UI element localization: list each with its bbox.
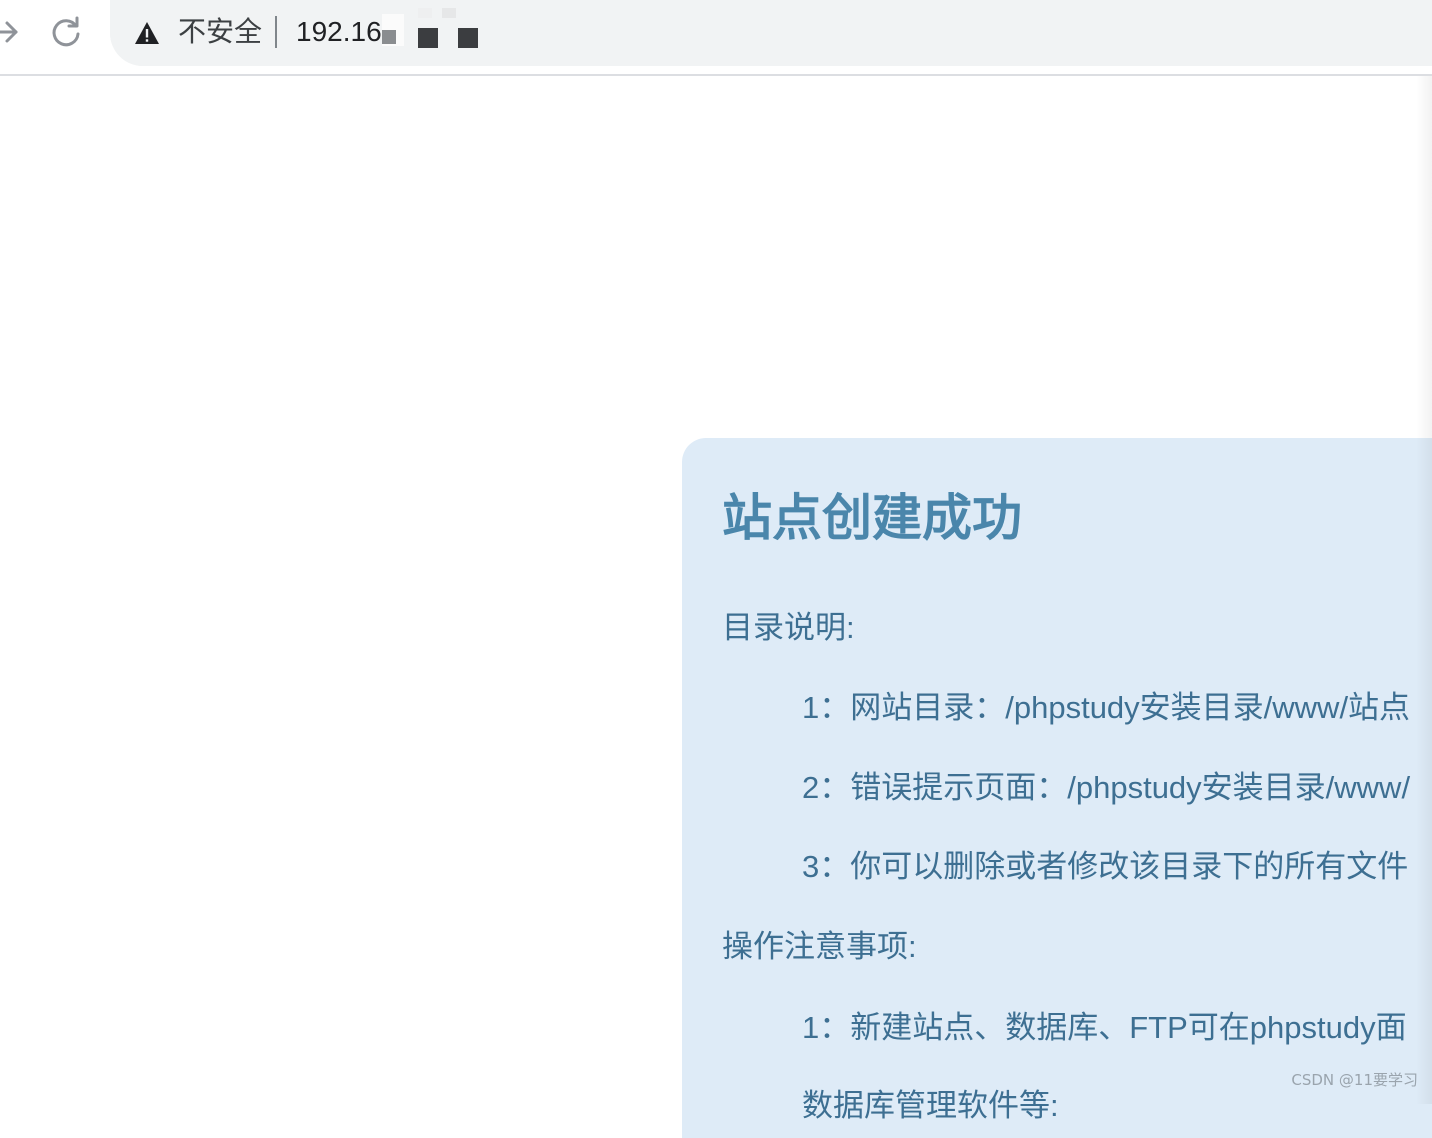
notes-heading: 操作注意事项: bbox=[722, 927, 917, 967]
security-status-label[interactable]: 不安全 bbox=[178, 14, 262, 50]
notes-item-db-tools: 数据库管理软件等: bbox=[802, 1086, 1059, 1126]
directory-item-error-page: 2：错误提示页面：/phpstudy安装目录/www/ bbox=[802, 768, 1410, 808]
directory-item-website-root: 1：网站目录：/phpstudy安装目录/www/站点 bbox=[802, 688, 1410, 728]
site-info-panel: 站点创建成功 目录说明: 1：网站目录：/phpstudy安装目录/www/站点… bbox=[682, 438, 1432, 1138]
redacted-url-mosaic bbox=[382, 8, 482, 52]
reload-icon[interactable] bbox=[46, 12, 86, 52]
omnibox-divider bbox=[275, 16, 277, 48]
warning-triangle-icon[interactable] bbox=[134, 21, 160, 45]
directory-item-file-permissions: 3：你可以删除或者修改该目录下的所有文件 bbox=[802, 847, 1408, 887]
browser-toolbar: 不安全 192.16 bbox=[0, 0, 1432, 76]
notes-item-create-site: 1：新建站点、数据库、FTP可在phpstudy面 bbox=[802, 1008, 1407, 1048]
address-bar[interactable]: 不安全 192.16 bbox=[110, 0, 1432, 66]
url-text[interactable]: 192.16 bbox=[296, 14, 382, 50]
watermark: CSDN @11要学习 bbox=[1291, 1069, 1418, 1090]
forward-arrow-icon[interactable] bbox=[0, 12, 26, 52]
directory-heading: 目录说明: bbox=[722, 608, 855, 648]
page-title: 站点创建成功 bbox=[722, 488, 1022, 548]
